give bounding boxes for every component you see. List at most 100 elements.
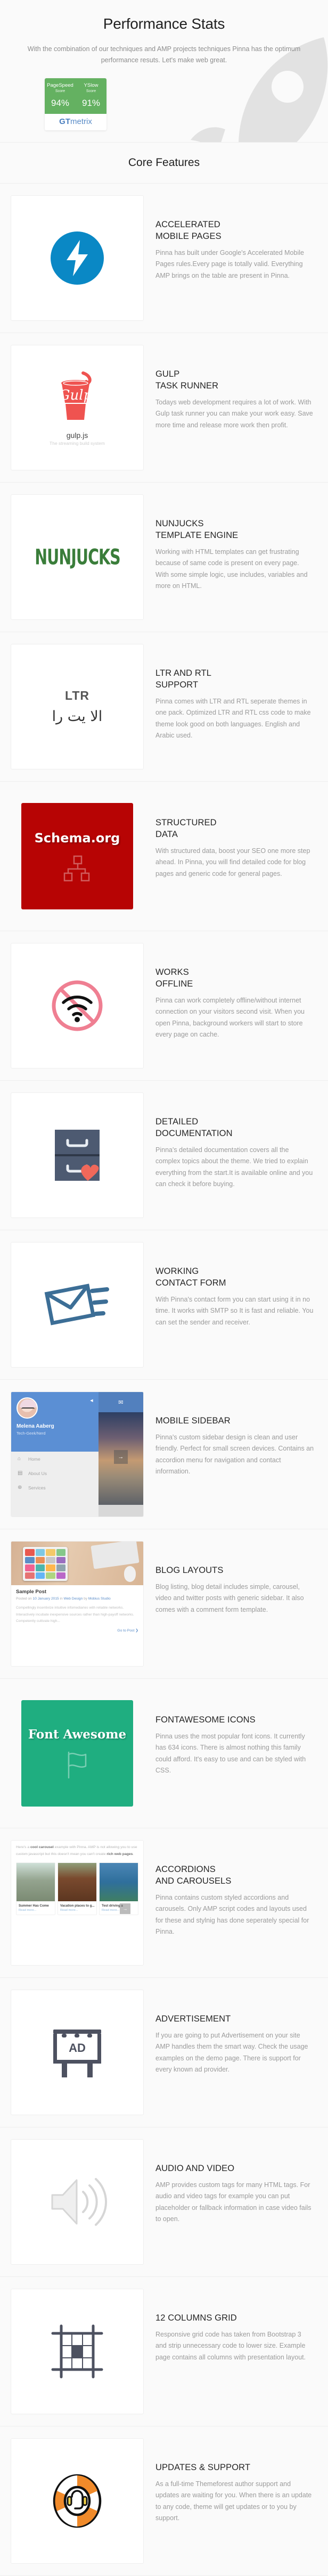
carousel-card[interactable]: Summer Has Come Read more... — [16, 1862, 55, 1915]
feature-description: Pinna's custom sidebar design is clean a… — [155, 1433, 314, 1476]
billboard-ad-text: AD — [69, 2041, 86, 2055]
feature-title: LTR AND RTL SUPPORT — [155, 668, 212, 690]
core-features-title: Core Features — [128, 156, 200, 169]
feature-text: ACCORDIONS AND CAROUSELS Pinna contains … — [144, 1840, 317, 1938]
feature-text: ACCELERATED MOBILE PAGES Pinna has built… — [144, 195, 317, 281]
meta-by: by — [83, 1597, 88, 1601]
font-awesome-flag-icon: Font Awesome — [21, 1700, 133, 1807]
meta-prefix: Posted on — [16, 1597, 33, 1601]
blog-thumbnail — [11, 1542, 143, 1586]
ltr-rtl-text-icon: LTR الا يت را — [52, 689, 103, 725]
feature-figure: Here's a cool carousel example with Pinn… — [11, 1840, 144, 1966]
feature-text: WORKS OFFLINE Pinna can work completely … — [144, 943, 317, 1041]
sidebar-item-label: Home — [28, 1456, 40, 1462]
feature-figure — [11, 943, 144, 1069]
feature-figure — [11, 1092, 144, 1219]
schema-org-icon: Schema.org — [21, 803, 133, 910]
billboard-ad-icon: AD — [53, 2030, 101, 2078]
carousel-cards-icon: Here's a cool carousel example with Pinn… — [11, 1841, 143, 1966]
grid-columns-icon — [51, 2324, 103, 2379]
feature-title: ADVERTISEMENT — [155, 2014, 231, 2024]
meta-date-link[interactable]: 10 January 2015 — [33, 1597, 59, 1601]
feature-description: Pinna uses the most popular font icons. … — [155, 1732, 306, 1775]
read-more-link[interactable]: Read more... — [100, 1908, 138, 1915]
feature-description: As a full-time Themeforest author suppor… — [155, 2480, 312, 2522]
no-wifi-offline-icon — [52, 980, 103, 1031]
next-arrow-icon[interactable]: → — [113, 1449, 128, 1464]
feature-text: LTR AND RTL SUPPORT Pinna comes with LTR… — [144, 644, 317, 742]
performance-subtitle: With the combination of our techniques a… — [27, 45, 301, 64]
preview-footer — [98, 1505, 143, 1517]
amp-lightning-icon — [51, 231, 104, 285]
building-icon: ▤ — [18, 1470, 23, 1477]
feature-title: WORKING CONTACT FORM — [155, 1266, 226, 1288]
carousel-card[interactable]: Vacation places to g... Read more... — [58, 1862, 97, 1915]
feature-figure: Sample Post Posted on 10 January 2015 in… — [11, 1541, 144, 1667]
envelope-icon[interactable]: ✉ — [98, 1392, 143, 1413]
pagespeed-value: 94% — [51, 97, 70, 108]
blog-post-card-icon: Sample Post Posted on 10 January 2015 in… — [11, 1542, 143, 1667]
sidebar-item-label: Services — [28, 1485, 46, 1490]
feature-title: NUNJUCKS TEMPLATE ENGINE — [155, 519, 239, 540]
feature-title: MOBILE SIDEBAR — [155, 1416, 231, 1426]
feature-accelerated-mobile-pages: ACCELERATED MOBILE PAGES Pinna has built… — [0, 184, 328, 334]
feature-accordions-and-carousels: Here's a cool carousel example with Pinn… — [0, 1828, 328, 1978]
intro-e: . — [133, 1852, 134, 1857]
feature-title: 12 COLUMNS GRID — [155, 2313, 237, 2323]
blog-post-meta: Posted on 10 January 2015 in Web Design … — [16, 1597, 138, 1601]
feature-detailed-documentation: DETAILED DOCUMENTATION Pinna's detailed … — [0, 1081, 328, 1231]
feature-title: ACCORDIONS AND CAROUSELS — [155, 1865, 232, 1886]
intro-b: cool carousel — [30, 1845, 54, 1850]
carousel-intro-text: Here's a cool carousel example with Pinn… — [11, 1844, 143, 1858]
meta-category-link[interactable]: Web Design — [63, 1597, 83, 1601]
mobile-sidebar-mock-icon: Melena Aaberg Tech-Geek/Nerd ◀ ⌂ Home ▤ … — [11, 1392, 143, 1517]
support-headset-lifebuoy-icon — [53, 2474, 102, 2528]
mouse-shape — [124, 1566, 136, 1583]
read-more-link[interactable]: Read more... — [17, 1908, 55, 1915]
feature-text: UPDATES & SUPPORT As a full-time Themefo… — [144, 2438, 317, 2524]
carousel-next-arrow-icon[interactable]: → — [120, 1903, 130, 1915]
feature-description: If you are going to put Advertisement on… — [155, 2031, 308, 2074]
gtmetrix-score-card: PageSpeed Score 94% YSlow Score 91% GTme… — [45, 78, 106, 131]
feature-description: Pinna contains custom styled accordions … — [155, 1893, 309, 1936]
feature-title: STRUCTURED DATA — [155, 818, 217, 839]
ltr-label: LTR — [64, 689, 89, 703]
yslow-value: 91% — [81, 97, 101, 108]
feature-description: With Pinna's contact form you can start … — [155, 1295, 314, 1326]
font-awesome-logo-text: Font Awesome — [28, 1727, 127, 1742]
gtmetrix-scores: PageSpeed Score 94% YSlow Score 91% — [45, 78, 106, 114]
sidebar-item-home[interactable]: ⌂ Home — [11, 1452, 99, 1466]
carousel-card-title: Vacation places to g... — [60, 1903, 95, 1908]
feature-title: UPDATES & SUPPORT — [155, 2463, 251, 2473]
pagespeed-score: PageSpeed Score 94% — [45, 82, 76, 109]
feature-fontawesome-icons: Font Awesome FONTAWESOME ICONS Pinna use… — [0, 1679, 328, 1829]
read-more-link[interactable]: Read more... — [58, 1908, 96, 1915]
speaker-volume-icon — [51, 2178, 108, 2226]
schema-logo-text: Schema.org — [34, 831, 120, 846]
feature-text: 12 COLUMNS GRID Responsive grid code has… — [144, 2289, 317, 2363]
pagespeed-sublabel: Score — [55, 89, 65, 94]
feature-title: WORKS OFFLINE — [155, 967, 193, 989]
gtmetrix-logo-rest: metrix — [70, 117, 92, 127]
feature-figure: Melena Aaberg Tech-Geek/Nerd ◀ ⌂ Home ▤ … — [11, 1391, 144, 1518]
feature-figure — [11, 2438, 144, 2564]
sidebar-user-name: Melena Aaberg — [17, 1423, 54, 1430]
sidebar-item-services[interactable]: ⊕ Services — [11, 1480, 99, 1495]
feature-12-columns-grid: 12 COLUMNS GRID Responsive grid code has… — [0, 2277, 328, 2427]
meta-author-link[interactable]: Mobius Studio — [88, 1597, 111, 1601]
sidebar-item-about-us[interactable]: ▤ About Us — [11, 1466, 99, 1480]
sidebar-preview-pane: ✉ → — [98, 1392, 143, 1517]
blog-post-title[interactable]: Sample Post — [16, 1589, 138, 1595]
collapse-chevron-icon[interactable]: ◀ — [90, 1398, 93, 1403]
feature-description: Pinna comes with LTR and RTL seperate th… — [155, 697, 311, 740]
blog-body: Sample Post Posted on 10 January 2015 in… — [11, 1585, 143, 1625]
feature-description: Blog listing, blog detail includes simpl… — [155, 1583, 304, 1613]
go-to-post-link[interactable]: Go to Post ❯ — [11, 1625, 143, 1636]
feature-structured-data: Schema.org STRUCTURED DATA With structur… — [0, 782, 328, 932]
feature-figure — [11, 2289, 144, 2415]
feature-text: AUDIO AND VIDEO AMP provides custom tags… — [144, 2139, 317, 2225]
carousel-card[interactable]: Test driving a Read more... — [99, 1862, 138, 1915]
core-features-header: Core Features — [0, 143, 328, 184]
pagespeed-label: PageSpeed — [47, 82, 73, 89]
performance-stats-section: Performance Stats With the combination o… — [0, 0, 328, 143]
